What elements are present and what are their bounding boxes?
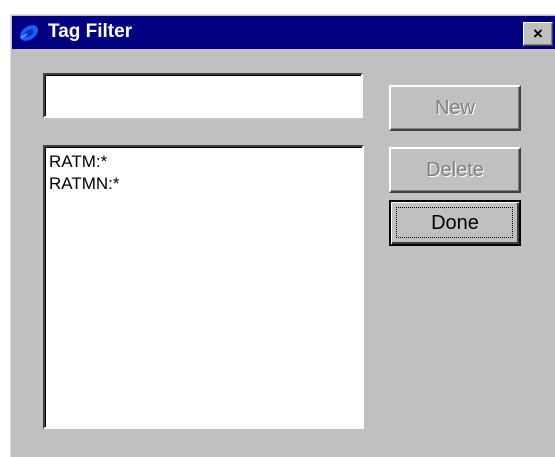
tag-filter-dialog: Tag Filter × RATM:* RATMN:* New Delete D…: [10, 14, 555, 457]
delete-button[interactable]: Delete: [389, 147, 521, 193]
close-button[interactable]: ×: [523, 22, 553, 46]
delete-button-label: Delete: [426, 159, 484, 181]
tag-filter-input[interactable]: [43, 73, 363, 118]
done-button-label: Done: [431, 212, 479, 234]
tag-filter-list[interactable]: RATM:* RATMN:*: [43, 145, 364, 429]
new-button-label: New: [434, 97, 475, 119]
close-icon: ×: [533, 24, 543, 43]
app-logo-icon: [19, 25, 39, 41]
list-item[interactable]: RATM:*: [48, 151, 359, 173]
title-bar[interactable]: Tag Filter ×: [12, 16, 555, 49]
done-button[interactable]: Done: [389, 200, 521, 246]
list-item[interactable]: RATMN:*: [48, 173, 359, 195]
new-button[interactable]: New: [389, 85, 521, 131]
window-title: Tag Filter: [48, 21, 133, 42]
